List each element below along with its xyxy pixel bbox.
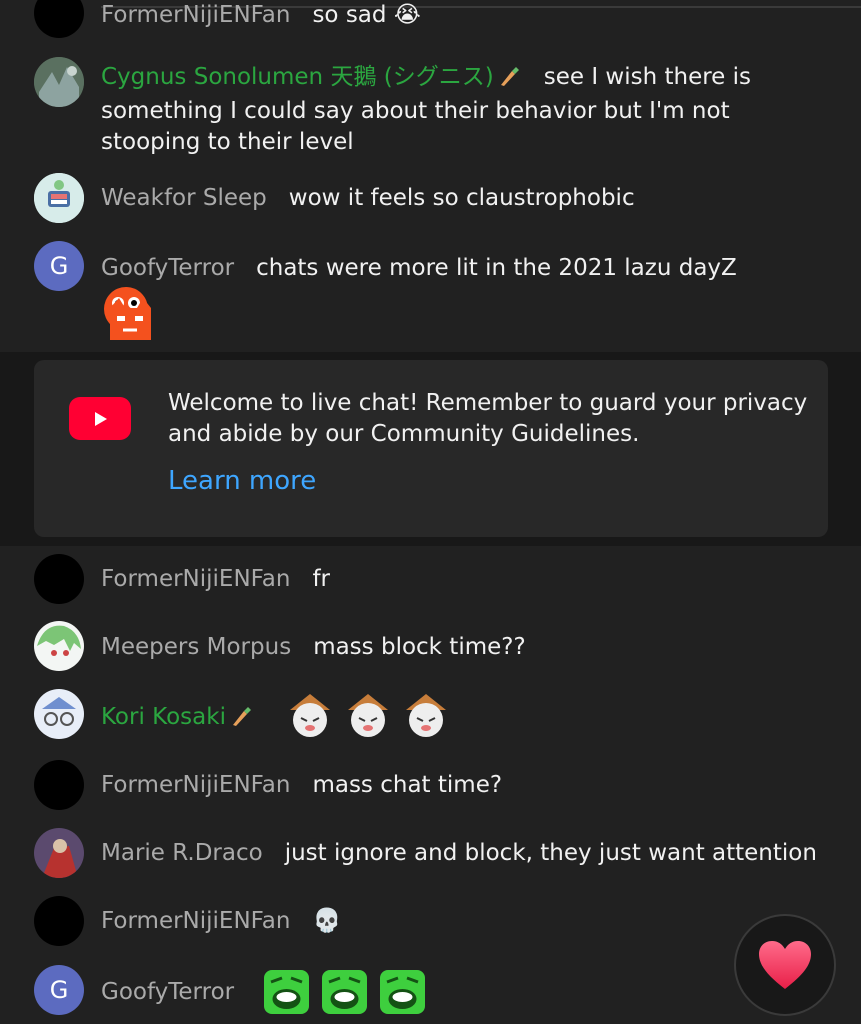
author-name[interactable]: GoofyTerror	[101, 255, 234, 281]
author-name[interactable]: Weakfor Sleep	[101, 185, 267, 211]
author-name[interactable]: Cygnus Sonolumen 天鵝 (シグニス)	[101, 64, 522, 90]
message-text: mass chat time?	[312, 772, 503, 798]
avatar-image	[34, 57, 84, 107]
author-name[interactable]: FormerNijiENFan	[101, 566, 290, 592]
skull-emoji: 💀	[312, 908, 342, 934]
avatar[interactable]	[34, 0, 84, 38]
avatar-image	[34, 621, 84, 671]
message-text: chats were more lit in the 2021 lazu day…	[256, 255, 737, 281]
avatar[interactable]: G	[34, 965, 84, 1015]
author-name[interactable]: GoofyTerror	[101, 979, 234, 1005]
welcome-text: Welcome to live chat! Remember to guard …	[168, 390, 808, 447]
laughing-green-emote	[380, 970, 425, 1014]
message-text: wow it feels so claustrophobic	[288, 185, 635, 211]
avatar[interactable]	[34, 828, 84, 878]
member-badge-icon	[230, 705, 254, 736]
reaction-button[interactable]	[734, 914, 836, 1016]
author-name[interactable]: Meepers Morpus	[101, 634, 291, 660]
chibi-emote	[290, 694, 330, 737]
chibi-emote	[406, 694, 446, 737]
author-name[interactable]: FormerNijiENFan	[101, 908, 290, 934]
message-text: fr	[312, 566, 331, 592]
chibi-emote	[348, 694, 388, 737]
avatar[interactable]	[34, 621, 84, 671]
avatar[interactable]	[34, 554, 84, 604]
cat-emote	[105, 294, 155, 346]
author-name[interactable]: FormerNijiENFan	[101, 772, 290, 798]
avatar[interactable]: G	[34, 241, 84, 291]
member-badge-icon	[498, 65, 522, 96]
learn-more-link[interactable]: Learn more	[168, 466, 316, 496]
emote-row	[262, 966, 427, 1016]
avatar-image	[34, 173, 84, 223]
heart-icon	[759, 941, 811, 989]
laughing-green-emote	[264, 970, 309, 1014]
avatar-image	[34, 689, 84, 739]
avatar[interactable]	[34, 173, 84, 223]
emote-row	[285, 690, 451, 740]
laughing-green-emote	[322, 970, 367, 1014]
message-text: so sad	[312, 2, 387, 28]
author-name[interactable]: Kori Kosaki	[101, 704, 254, 730]
crying-emoji: 😭	[393, 2, 421, 28]
message-text: mass block time??	[313, 634, 526, 660]
author-name[interactable]: FormerNijiENFan	[101, 2, 290, 28]
avatar-image	[34, 828, 84, 878]
avatar[interactable]	[34, 896, 84, 946]
avatar[interactable]	[34, 57, 84, 107]
youtube-logo-icon	[69, 397, 131, 440]
author-name[interactable]: Marie R.Draco	[101, 840, 263, 866]
message-text: just ignore and block, they just want at…	[284, 840, 817, 866]
avatar[interactable]	[34, 689, 84, 739]
avatar[interactable]	[34, 760, 84, 810]
